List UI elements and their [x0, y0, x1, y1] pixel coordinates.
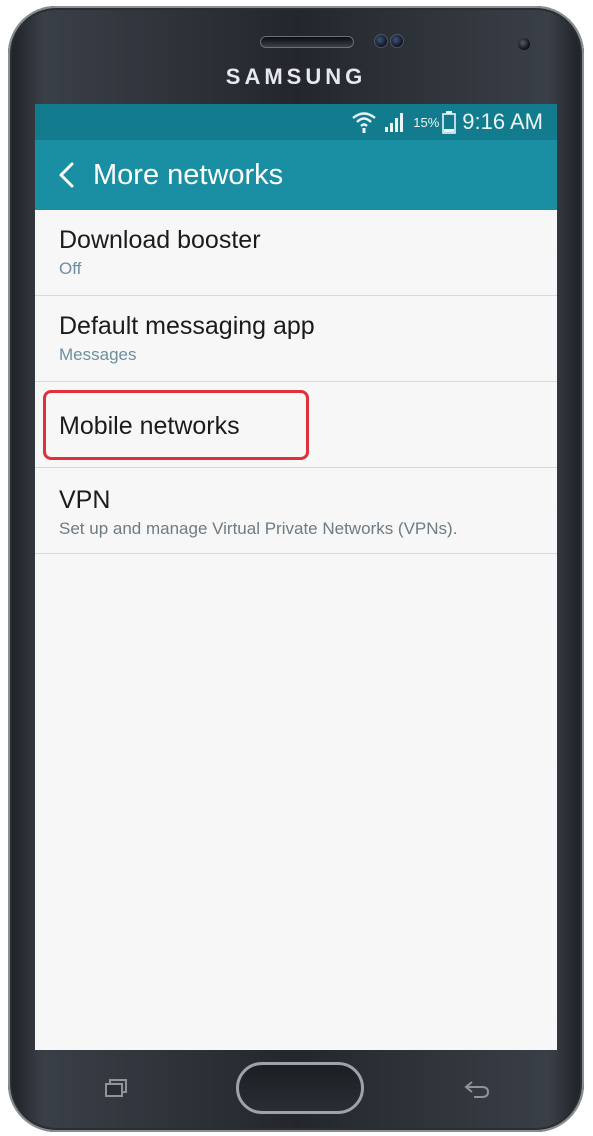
phone-top-bezel: SAMSUNG: [8, 6, 584, 106]
chevron-left-icon[interactable]: [47, 155, 87, 195]
phone-bottom-bezel: [8, 1050, 584, 1132]
list-item-vpn[interactable]: VPN Set up and manage Virtual Private Ne…: [35, 468, 557, 554]
signal-icon: [383, 111, 407, 133]
list-item-default-messaging-app[interactable]: Default messaging app Messages: [35, 296, 557, 382]
screen: 15% 9:16 AM More networks Download boost…: [35, 104, 557, 1050]
brand-logo: SAMSUNG: [225, 64, 367, 89]
list-item-download-booster[interactable]: Download booster Off: [35, 210, 557, 296]
list-item-subtitle: Messages: [59, 345, 137, 364]
app-bar: More networks: [35, 140, 557, 210]
list-item-subtitle: Set up and manage Virtual Private Networ…: [59, 519, 458, 538]
earpiece-speaker: [260, 36, 354, 48]
list-item-title: Download booster: [59, 226, 261, 254]
recent-apps-icon[interactable]: [104, 1078, 130, 1103]
list-item-title: VPN: [59, 486, 111, 514]
list-item-title: Default messaging app: [59, 312, 315, 340]
battery-percent: 15%: [413, 114, 440, 130]
phone-frame: SAMSUNG 15% 9:16 AM More networks Downlo…: [8, 6, 584, 1132]
battery-icon: [442, 110, 457, 134]
page-title: More networks: [93, 158, 284, 191]
front-camera: [518, 38, 530, 50]
proximity-sensor: [374, 34, 388, 48]
list-item-title: Mobile networks: [59, 412, 240, 440]
list-item-subtitle: Off: [59, 259, 82, 278]
light-sensor: [390, 34, 404, 48]
list-item-mobile-networks[interactable]: Mobile networks: [35, 382, 557, 468]
status-time: 9:16 AM: [462, 109, 543, 134]
status-bar: 15% 9:16 AM: [35, 104, 557, 140]
home-button[interactable]: [236, 1062, 364, 1114]
wifi-icon: [351, 110, 377, 134]
settings-list: Download booster Off Default messaging a…: [35, 210, 557, 554]
back-arrow-icon[interactable]: [462, 1078, 492, 1105]
